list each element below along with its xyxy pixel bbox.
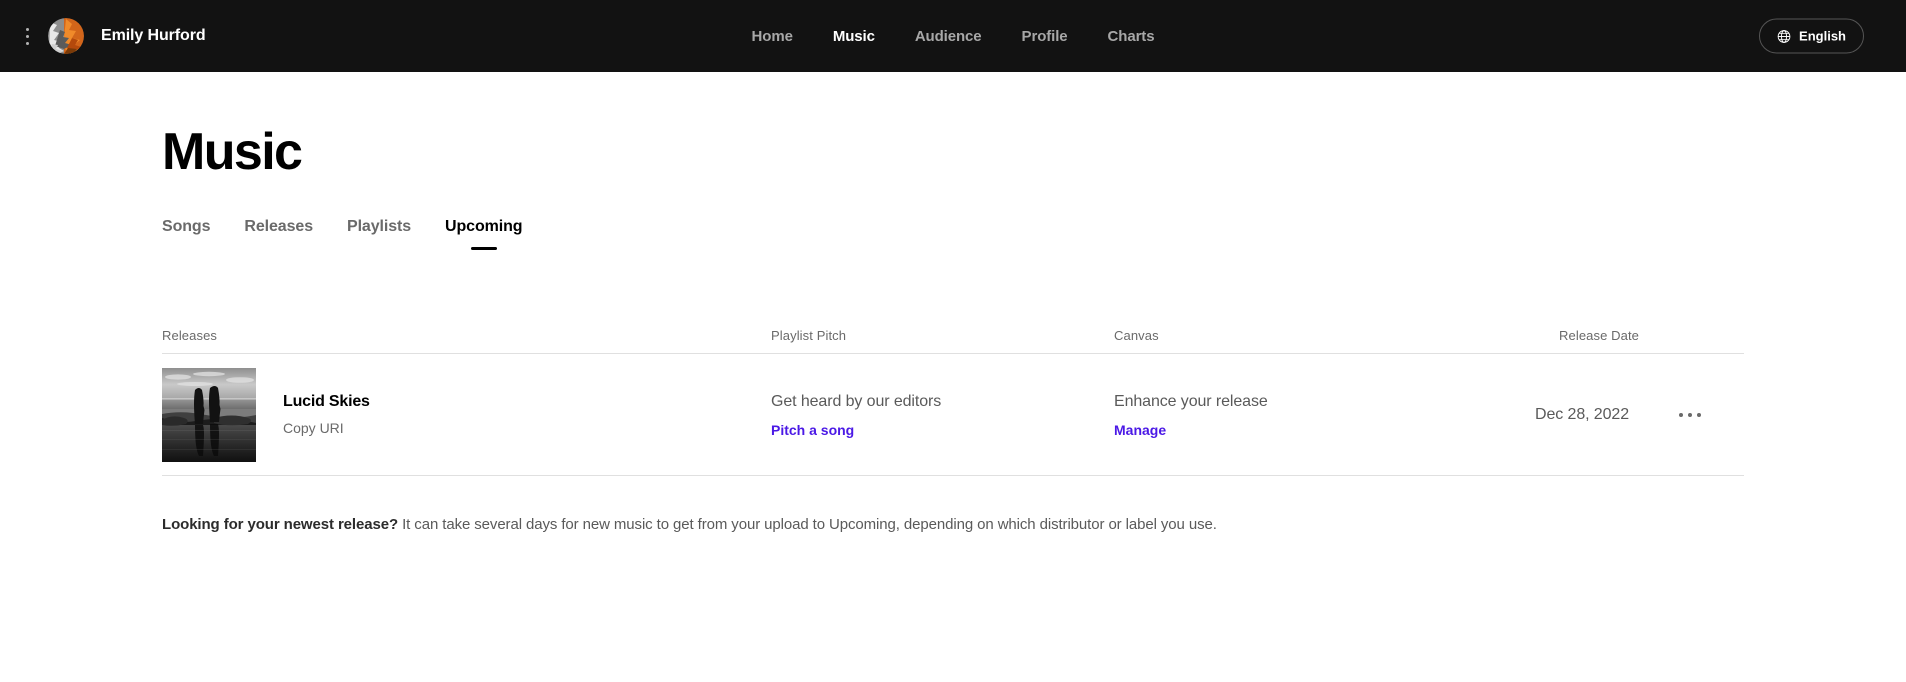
table-row[interactable]: Lucid Skies Copy URI Get heard by our ed…	[162, 354, 1744, 476]
tab-songs[interactable]: Songs	[162, 218, 227, 250]
tab-upcoming[interactable]: Upcoming	[428, 218, 539, 250]
footnote-bold: Looking for your newest release?	[162, 516, 399, 533]
page-content: Music Songs Releases Playlists Upcoming …	[0, 122, 1906, 536]
globe-icon	[1777, 29, 1791, 43]
album-cover-image	[162, 367, 256, 462]
canvas-label: Enhance your release	[1114, 392, 1268, 410]
artist-name[interactable]: Emily Hurford	[101, 27, 206, 45]
page-title: Music	[162, 123, 303, 181]
kebab-dot	[1688, 412, 1692, 417]
nav-item-music[interactable]: Music	[813, 22, 895, 51]
primary-nav: Home Music Audience Profile Charts	[0, 0, 1906, 72]
nav-item-charts[interactable]: Charts	[1088, 22, 1175, 51]
release-title: Lucid Skies	[283, 393, 370, 410]
kebab-dot	[25, 41, 29, 45]
canvas-manage-link[interactable]: Manage	[1114, 422, 1494, 438]
release-meta: Lucid Skies Copy URI	[283, 392, 370, 437]
pitch-a-song-link[interactable]: Pitch a song	[771, 422, 1114, 438]
footnote-rest: It can take several days for new music t…	[398, 516, 1217, 533]
kebab-dot	[1697, 412, 1701, 417]
language-label: English	[1799, 28, 1846, 44]
music-tabs: Songs Releases Playlists Upcoming	[162, 218, 1744, 250]
tab-playlists[interactable]: Playlists	[330, 218, 428, 250]
column-header-release-date: Release Date	[1559, 328, 1639, 343]
release-cell: Lucid Skies Copy URI	[162, 367, 771, 462]
kebab-vertical-icon[interactable]	[14, 20, 40, 52]
language-button[interactable]: English	[1759, 18, 1864, 54]
kebab-dot	[1679, 412, 1683, 417]
column-header-playlist-pitch: Playlist Pitch	[771, 328, 847, 343]
column-header-canvas: Canvas	[1114, 328, 1159, 343]
canvas-cell: Enhance your release Manage	[1114, 392, 1494, 438]
upcoming-releases-table: Releases Playlist Pitch Canvas Release D…	[162, 328, 1744, 476]
nav-item-audience[interactable]: Audience	[895, 22, 1002, 51]
avatar[interactable]	[48, 18, 84, 54]
nav-item-profile[interactable]: Profile	[1002, 22, 1088, 51]
table-header-row: Releases Playlist Pitch Canvas Release D…	[162, 328, 1744, 354]
nav-item-home[interactable]: Home	[732, 22, 813, 51]
kebab-dot	[25, 27, 29, 31]
playlist-pitch-cell: Get heard by our editors Pitch a song	[771, 392, 1114, 438]
kebab-dot	[25, 34, 29, 38]
footnote: Looking for your newest release? It can …	[162, 514, 1744, 536]
release-date-cell: Dec 28, 2022	[1494, 399, 1744, 431]
top-bar: Emily Hurford Home Music Audience Profil…	[0, 0, 1906, 72]
column-header-releases: Releases	[162, 328, 217, 343]
top-bar-left: Emily Hurford	[0, 18, 206, 54]
kebab-horizontal-icon[interactable]	[1674, 399, 1706, 431]
playlist-pitch-label: Get heard by our editors	[771, 392, 942, 410]
tab-releases[interactable]: Releases	[227, 218, 330, 250]
copy-uri-button[interactable]: Copy URI	[283, 419, 370, 437]
release-date-value: Dec 28, 2022	[1535, 405, 1629, 423]
